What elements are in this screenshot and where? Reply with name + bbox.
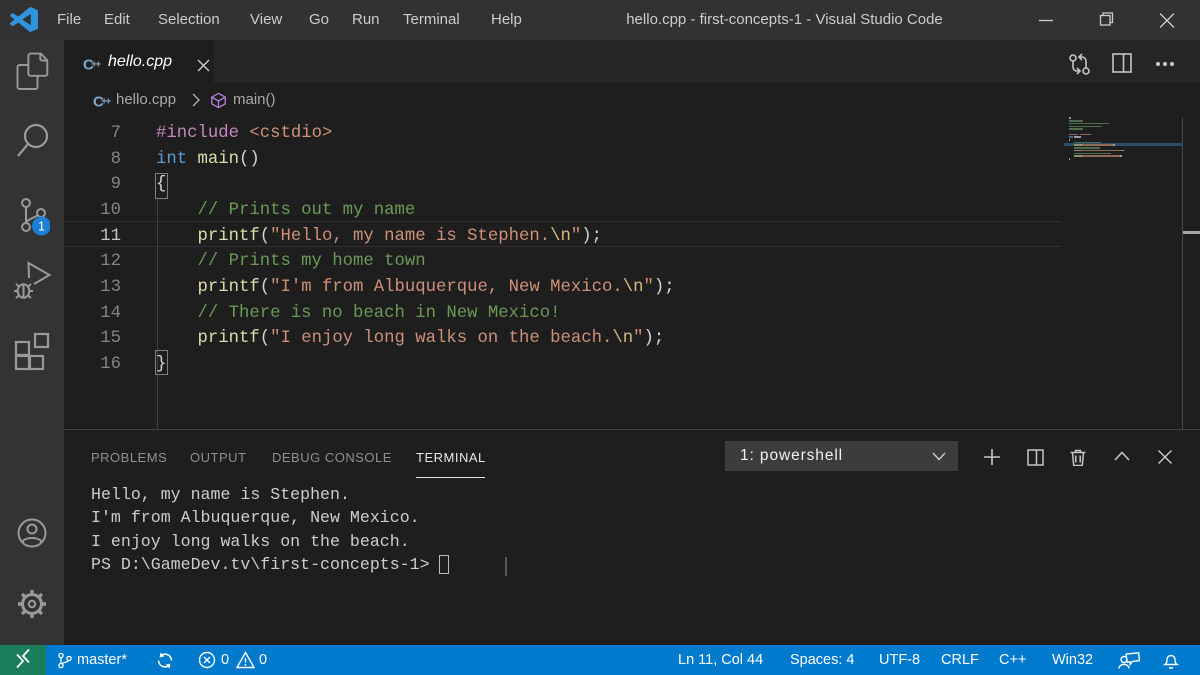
svg-text:+: + [95,60,101,71]
svg-text:+: + [105,97,111,108]
svg-text:1: 1 [38,220,45,234]
